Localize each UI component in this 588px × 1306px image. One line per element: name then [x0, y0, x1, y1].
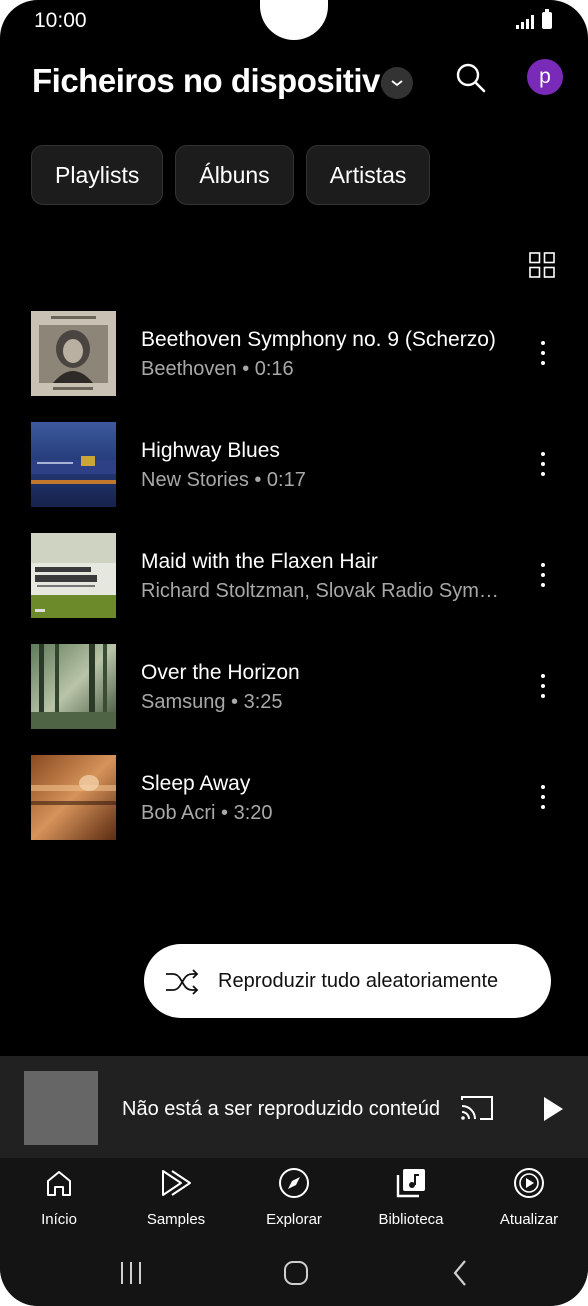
list-item[interactable]: Beethoven Symphony no. 9 (Scherzo) Beeth… — [0, 308, 588, 419]
status-time: 10:00 — [34, 9, 87, 32]
page-title: Ficheiros no dispositivo — [32, 62, 400, 99]
nav-item-library[interactable]: Biblioteca — [361, 1166, 461, 1228]
track-subtitle: Richard Stoltzman, Slovak Radio Symphony… — [141, 580, 506, 602]
list-item[interactable]: Maid with the Flaxen Hair Richard Stoltz… — [0, 530, 588, 641]
library-icon — [396, 1169, 425, 1198]
track-title: Over the Horizon — [141, 661, 300, 684]
chip-albums[interactable]: Álbuns — [175, 145, 294, 205]
signal-icon — [516, 13, 534, 29]
nav-item-home[interactable]: Início — [9, 1166, 109, 1228]
chip-artists[interactable]: Artistas — [305, 145, 431, 205]
status-icons — [516, 9, 552, 29]
nav-item-samples[interactable]: Samples — [126, 1166, 226, 1228]
now-playing-text: Não está a ser reproduzido conteúdo — [122, 1098, 440, 1120]
nav-label-upgrade: Atualizar — [499, 1211, 559, 1228]
track-subtitle: Beethoven • 0:16 — [141, 358, 294, 380]
recent-apps-icon — [121, 1262, 141, 1284]
track-subtitle: Bob Acri • 3:20 — [141, 802, 273, 824]
list-item[interactable]: Over the Horizon Samsung • 3:25 — [0, 641, 588, 752]
list-item[interactable]: Highway Blues New Stories • 0:17 — [0, 419, 588, 530]
track-subtitle: New Stories • 0:17 — [141, 469, 306, 491]
search-icon — [456, 63, 486, 93]
filter-chips: Playlists Álbuns Artistas — [31, 145, 431, 205]
album-art-beethoven — [31, 311, 116, 396]
more-options-button[interactable] — [532, 674, 554, 698]
more-options-button[interactable] — [532, 452, 554, 476]
compass-icon — [279, 1168, 309, 1198]
play-button[interactable] — [539, 1094, 567, 1124]
back-icon — [453, 1260, 466, 1286]
app-header: Ficheiros no dispositivo p — [0, 50, 588, 114]
album-art-stoltzman — [31, 533, 116, 618]
shuffle-all-button[interactable]: Reproduzir tudo aleatoriamente — [144, 944, 551, 1018]
home-button[interactable] — [281, 1258, 311, 1288]
nav-label-explore: Explorar — [266, 1211, 322, 1228]
camera-notch — [260, 0, 328, 40]
list-item[interactable]: Sleep Away Bob Acri • 3:20 — [0, 752, 588, 863]
system-navigation-bar — [0, 1240, 588, 1306]
upgrade-icon — [514, 1168, 544, 1198]
shuffle-icon — [166, 969, 199, 995]
track-subtitle: Samsung • 3:25 — [141, 691, 283, 713]
home-icon — [47, 1171, 71, 1196]
status-bar: 10:00 — [0, 0, 588, 44]
samples-icon — [162, 1170, 191, 1196]
grid-icon — [529, 252, 555, 278]
nav-label-home: Início — [41, 1211, 77, 1228]
phone-screen: 10:00 Ficheiros no dispositivo p Playlis… — [0, 0, 588, 1306]
chevron-down-icon — [391, 80, 403, 87]
cast-button[interactable] — [460, 1094, 494, 1122]
bottom-navigation: Início Samples Explorar Biblioteca Atual… — [0, 1158, 588, 1240]
album-art-highway-blues — [31, 422, 116, 507]
shuffle-all-label: Reproduzir tudo aleatoriamente — [218, 970, 499, 992]
recent-apps-button[interactable] — [117, 1258, 147, 1288]
track-list: Beethoven Symphony no. 9 (Scherzo) Beeth… — [0, 308, 588, 863]
nav-item-upgrade[interactable]: Atualizar — [479, 1166, 579, 1228]
back-button[interactable] — [446, 1258, 476, 1288]
more-options-button[interactable] — [532, 341, 554, 365]
nav-label-library: Biblioteca — [378, 1211, 444, 1228]
now-playing-thumbnail — [24, 1071, 98, 1145]
chip-playlists[interactable]: Playlists — [31, 145, 164, 205]
more-options-button[interactable] — [532, 785, 554, 809]
nav-label-samples: Samples — [146, 1211, 206, 1228]
more-options-button[interactable] — [532, 563, 554, 587]
track-title: Maid with the Flaxen Hair — [141, 550, 378, 573]
track-title: Highway Blues — [141, 439, 280, 462]
source-dropdown-button[interactable] — [381, 67, 413, 99]
search-button[interactable] — [452, 60, 492, 100]
track-title: Beethoven Symphony no. 9 (Scherzo) — [141, 328, 496, 351]
nav-item-explore[interactable]: Explorar — [244, 1166, 344, 1228]
mini-player[interactable]: Não está a ser reproduzido conteúdo — [0, 1056, 588, 1158]
track-title: Sleep Away — [141, 772, 251, 795]
avatar[interactable]: p — [527, 59, 563, 95]
play-icon — [544, 1097, 563, 1121]
album-art-over-the-horizon — [31, 644, 116, 729]
grid-view-toggle[interactable] — [529, 252, 555, 278]
home-circle-icon — [284, 1261, 308, 1285]
album-art-sleep-away — [31, 755, 116, 840]
cast-icon — [461, 1096, 493, 1120]
battery-icon — [542, 9, 552, 29]
